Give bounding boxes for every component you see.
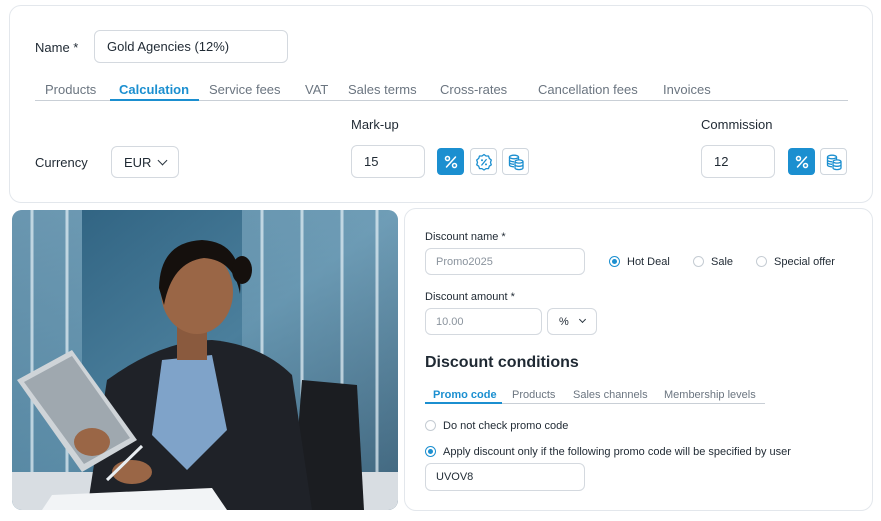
- tab-products[interactable]: Products: [45, 82, 96, 97]
- coins-stack-icon: [508, 154, 524, 170]
- radio-no-promo-check[interactable]: [425, 420, 436, 431]
- commission-input[interactable]: 12: [701, 145, 775, 178]
- tab-membership-levels[interactable]: Membership levels: [664, 389, 756, 401]
- radio-hot-deal-label: Hot Deal: [627, 256, 670, 268]
- commission-coins-button[interactable]: [820, 148, 847, 175]
- tab-invoices[interactable]: Invoices: [663, 82, 711, 97]
- chevron-down-icon: [157, 155, 168, 166]
- currency-value: EUR: [124, 154, 152, 170]
- radio-special-offer-label: Special offer: [774, 256, 835, 268]
- name-label: Name *: [35, 40, 79, 55]
- currency-select[interactable]: EUR: [111, 146, 179, 178]
- tab-service-fees[interactable]: Service fees: [209, 82, 281, 97]
- discount-name-input[interactable]: Promo2025: [425, 248, 585, 275]
- markup-percent-button[interactable]: [437, 148, 464, 175]
- chevron-down-icon: [578, 315, 587, 324]
- radio-special-offer[interactable]: [756, 256, 767, 267]
- markup-input[interactable]: 15: [351, 145, 425, 178]
- discount-badge-icon: [475, 153, 492, 171]
- radio-apply-promo-label: Apply discount only if the following pro…: [443, 446, 791, 458]
- discount-unit-select[interactable]: %: [547, 308, 597, 335]
- discount-conditions-title: Discount conditions: [425, 354, 579, 371]
- tab-condition-products[interactable]: Products: [512, 389, 555, 401]
- commission-label: Commission: [701, 117, 773, 132]
- radio-sale-label: Sale: [711, 256, 734, 268]
- tab-promo-code[interactable]: Promo code: [433, 389, 497, 401]
- radio-sale[interactable]: [693, 256, 704, 267]
- tab-cross-rates[interactable]: Cross-rates: [440, 82, 507, 97]
- condition-tab-active-indicator: [425, 402, 502, 404]
- promo-code-input[interactable]: UVOV8: [425, 463, 585, 491]
- name-input[interactable]: Gold Agencies (12%): [94, 30, 288, 63]
- discount-amount-label: Discount amount *: [425, 291, 515, 303]
- radio-apply-promo[interactable]: [425, 446, 436, 457]
- percent-icon: [795, 155, 808, 168]
- radio-hot-deal[interactable]: [609, 256, 620, 267]
- percent-icon: [444, 155, 457, 168]
- tab-active-indicator: [110, 99, 199, 101]
- markup-label: Mark-up: [351, 117, 399, 132]
- coins-stack-icon: [826, 154, 842, 170]
- tab-vat[interactable]: VAT: [305, 82, 328, 97]
- discount-amount-input[interactable]: 10.00: [425, 308, 542, 335]
- businesswoman-photo: [12, 210, 398, 510]
- discount-name-label: Discount name *: [425, 231, 506, 243]
- tab-cancellation-fees[interactable]: Cancellation fees: [538, 82, 638, 97]
- radio-no-promo-check-label: Do not check promo code: [443, 420, 569, 432]
- markup-coins-button[interactable]: [502, 148, 529, 175]
- commission-percent-button[interactable]: [788, 148, 815, 175]
- tab-calculation[interactable]: Calculation: [119, 82, 189, 97]
- currency-label: Currency: [35, 155, 88, 170]
- markup-discount-button[interactable]: [470, 148, 497, 175]
- tab-sales-channels[interactable]: Sales channels: [573, 389, 648, 401]
- tab-sales-terms[interactable]: Sales terms: [348, 82, 417, 97]
- discount-unit-value: %: [559, 315, 569, 328]
